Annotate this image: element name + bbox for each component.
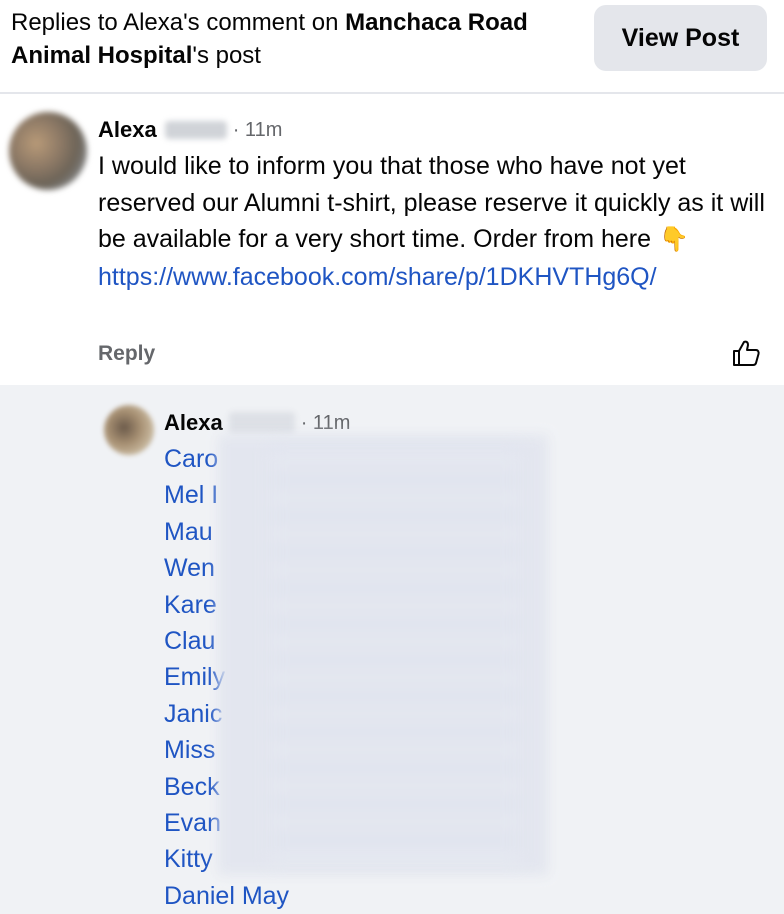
pointing-down-emoji: 👇 xyxy=(659,226,689,253)
replies-page: Replies to Alexa's comment on Manchaca R… xyxy=(0,0,784,914)
reply-button[interactable]: Reply xyxy=(98,342,155,366)
comment-link[interactable]: https://www.facebook.com/share/p/1DKHVTH… xyxy=(98,259,768,296)
comment-body: I would like to inform you that those wh… xyxy=(98,148,768,295)
avatar[interactable] xyxy=(104,405,154,455)
redaction-blur-texture xyxy=(270,445,520,865)
replies-header: Replies to Alexa's comment on Manchaca R… xyxy=(0,0,784,94)
tagged-name[interactable]: Daniel May xyxy=(164,878,764,914)
avatar[interactable] xyxy=(9,112,87,190)
reply-author-name[interactable]: Alexa xyxy=(164,410,223,436)
header-suffix: 's post xyxy=(192,42,261,69)
parent-comment: Alexa · 11m I would like to inform you t… xyxy=(0,94,784,385)
header-prefix: Replies to Alexa's comment on xyxy=(11,9,346,36)
redacted-surname xyxy=(228,412,295,434)
comment-timestamp[interactable]: · 11m xyxy=(233,119,283,142)
reply-timestamp[interactable]: · 11m xyxy=(301,412,351,435)
header-title: Replies to Alexa's comment on Manchaca R… xyxy=(11,6,581,72)
redacted-surname xyxy=(164,121,227,139)
comment-author-row: Alexa · 11m xyxy=(98,116,282,144)
comment-author-name[interactable]: Alexa xyxy=(98,117,157,143)
view-post-button[interactable]: View Post xyxy=(594,5,767,71)
reply-author-row: Alexa · 11m xyxy=(164,409,350,437)
reply-thread: Alexa · 11m Caro Mel I Mau Wen Kare Clau… xyxy=(0,385,784,914)
thumbs-up-outline-icon[interactable] xyxy=(731,338,761,368)
